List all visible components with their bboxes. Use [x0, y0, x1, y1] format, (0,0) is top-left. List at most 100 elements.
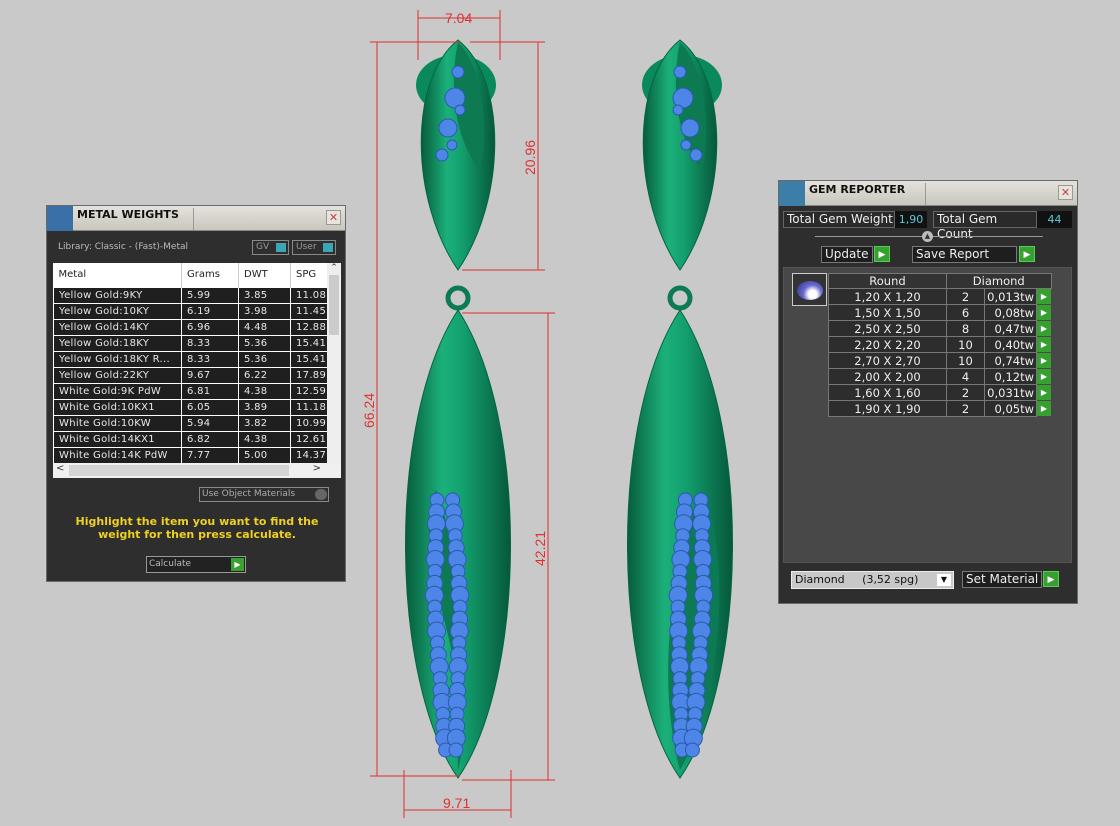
gem-row-action[interactable]: ▶	[1037, 337, 1051, 353]
gem-row[interactable]: 2,20 X 2,20 10 0,40tw ▶	[828, 336, 1051, 353]
scroll-up-icon[interactable]: ⌃	[327, 263, 341, 273]
save-report-label: Save Report	[916, 247, 990, 261]
table-row[interactable]: Yellow Gold:14KY 6.96 4.48 12.88	[53, 318, 340, 336]
total-gem-count-label: Total Gem Count	[933, 211, 1037, 241]
table-row[interactable]: White Gold:10KW 5.94 3.82 10.99	[53, 414, 340, 432]
calculate-label: Calculate	[149, 559, 192, 569]
use-object-materials-label: Use Object Materials	[202, 489, 296, 499]
gem-stone	[454, 104, 466, 116]
gem-reporter-titlebar[interactable]: GEM REPORTER ✕	[779, 181, 1077, 206]
gem-row[interactable]: 1,60 X 1,60 2 0,031tw ▶	[828, 384, 1051, 401]
material-select[interactable]: Diamond (3,52 spg) ▼	[791, 571, 954, 589]
gem-row-action[interactable]: ▶	[1037, 369, 1051, 385]
gem-stone	[680, 139, 692, 151]
gem-weight: 0,74tw	[984, 352, 1037, 369]
gem-row-action[interactable]: ▶	[1037, 289, 1051, 305]
total-gem-weight-value: 1,90	[895, 211, 927, 228]
table-cell: 3.98	[238, 302, 291, 320]
gem-list-area: Round Diamond 1,20 X 1,20 2 0,013tw ▶ 1,50 X…	[783, 267, 1072, 563]
table-cell: White Gold:9K PdW	[53, 382, 182, 400]
gem-size: 1,60 X 1,60	[828, 384, 947, 401]
play-icon: ▶	[1037, 321, 1051, 336]
gem-stone	[684, 742, 700, 758]
gem-size: 2,20 X 2,20	[828, 336, 947, 353]
gem-size: 1,50 X 1,50	[828, 304, 947, 321]
gem-row[interactable]: 1,90 X 1,90 2 0,05tw ▶	[828, 400, 1051, 417]
gem-row-action[interactable]: ▶	[1037, 385, 1051, 401]
table-cell: Yellow Gold:18KY R...	[53, 350, 182, 368]
table-row[interactable]: Yellow Gold:22KY 9.67 6.22 17.89	[53, 366, 340, 384]
gem-size: 1,90 X 1,90	[828, 400, 947, 417]
gem-row[interactable]: 1,20 X 1,20 2 0,013tw ▶	[828, 288, 1051, 305]
instruction-text: Highlight the item you want to find the …	[75, 515, 319, 541]
close-button[interactable]: ✕	[1058, 185, 1073, 200]
dim-top-height: 20.96	[522, 140, 538, 175]
table-cell: 5.36	[238, 334, 291, 352]
gem-row[interactable]: 1,50 X 1,50 6 0,08tw ▶	[828, 304, 1051, 321]
scroll-left-icon[interactable]: <	[56, 463, 64, 474]
table-cell: White Gold:14KX1	[53, 430, 182, 448]
update-button[interactable]: Update	[821, 246, 873, 263]
shape-header: Round	[828, 273, 947, 289]
gem-count: 2	[946, 288, 985, 305]
scroll-right-icon[interactable]: >	[313, 463, 321, 474]
total-gem-count-value: 44	[1037, 211, 1072, 228]
panel-title: METAL WEIGHTS	[77, 208, 179, 221]
gem-weight: 0,031tw	[984, 384, 1037, 401]
play-icon: ▶	[1037, 353, 1051, 368]
close-button[interactable]: ✕	[326, 210, 341, 225]
horizontal-scrollbar[interactable]: < >	[53, 463, 341, 478]
column-header[interactable]: DWT	[238, 263, 291, 287]
metal-table: Metal Grams DWT SPG Yellow Gold:9KY 5.99 3.85…	[53, 263, 341, 478]
table-row[interactable]: White Gold:9K PdW 6.81 4.38 12.59	[53, 382, 340, 400]
save-report-button[interactable]: Save Report	[912, 246, 1017, 263]
dim-drop-height: 42.21	[532, 531, 548, 566]
gem-row[interactable]: 2,00 X 2,00 4 0,12tw ▶	[828, 368, 1051, 385]
table-cell: 3.82	[238, 414, 291, 432]
gem-count: 10	[946, 352, 985, 369]
user-toggle[interactable]: User	[292, 240, 336, 255]
column-header[interactable]: Metal	[53, 263, 182, 287]
table-row[interactable]: White Gold:14KX1 6.82 4.38 12.61	[53, 430, 340, 448]
table-row[interactable]: Yellow Gold:18KY R... 8.33 5.36 15.41	[53, 350, 340, 368]
save-report-go-icon[interactable]: ▶	[1019, 246, 1035, 262]
table-row[interactable]: Yellow Gold:9KY 5.99 3.85 11.08	[53, 286, 340, 304]
table-cell: 6.96	[181, 318, 239, 336]
set-material-button[interactable]: Set Material	[962, 571, 1042, 588]
gem-stone	[446, 139, 458, 151]
table-cell: 6.19	[181, 302, 239, 320]
gv-label: GV	[256, 242, 270, 252]
column-header[interactable]: Grams	[181, 263, 239, 287]
gem-row-action[interactable]: ▶	[1037, 353, 1051, 369]
set-material-label: Set Material	[966, 572, 1039, 586]
gem-row[interactable]: 2,70 X 2,70 10 0,74tw ▶	[828, 352, 1051, 369]
gem-row[interactable]: 2,50 X 2,50 8 0,47tw ▶	[828, 320, 1051, 337]
gem-row-action[interactable]: ▶	[1037, 321, 1051, 337]
table-cell: Yellow Gold:18KY	[53, 334, 182, 352]
gem-row-action[interactable]: ▶	[1037, 305, 1051, 321]
panel-title: GEM REPORTER	[809, 183, 906, 196]
round-gem-icon[interactable]	[792, 273, 827, 306]
vertical-scrollbar[interactable]: ⌃	[327, 263, 341, 463]
update-go-icon[interactable]: ▶	[874, 246, 890, 262]
metal-weights-titlebar[interactable]: METAL WEIGHTS ✕	[47, 206, 345, 231]
table-cell: 6.82	[181, 430, 239, 448]
material-select-value: Diamond (3,52 spg)	[795, 573, 919, 586]
metal-weights-panel: METAL WEIGHTS ✕ Library: Classic - (Fast…	[46, 205, 346, 582]
collapse-icon[interactable]: ▲	[922, 231, 933, 242]
user-label: User	[296, 242, 317, 252]
table-cell: 3.85	[238, 286, 291, 304]
gem-table: Round Diamond 1,20 X 1,20 2 0,013tw ▶ 1,50 X…	[828, 273, 1052, 417]
calculate-button[interactable]: Calculate ▶	[146, 556, 246, 573]
use-object-materials-toggle[interactable]: Use Object Materials	[199, 487, 329, 502]
gem-weight: 0,013tw	[984, 288, 1037, 305]
gem-row-action[interactable]: ▶	[1037, 401, 1051, 417]
table-cell: White Gold:14K PdW	[53, 446, 182, 464]
total-gem-weight-label: Total Gem Weight	[783, 211, 895, 228]
table-row[interactable]: Yellow Gold:18KY 8.33 5.36 15.41	[53, 334, 340, 352]
gv-toggle[interactable]: GV	[252, 240, 289, 255]
set-material-go-icon[interactable]: ▶	[1043, 571, 1059, 587]
table-row[interactable]: White Gold:10KX1 6.05 3.89 11.18	[53, 398, 340, 416]
table-row[interactable]: White Gold:14K PdW 7.77 5.00 14.37	[53, 446, 340, 464]
table-row[interactable]: Yellow Gold:10KY 6.19 3.98 11.45	[53, 302, 340, 320]
